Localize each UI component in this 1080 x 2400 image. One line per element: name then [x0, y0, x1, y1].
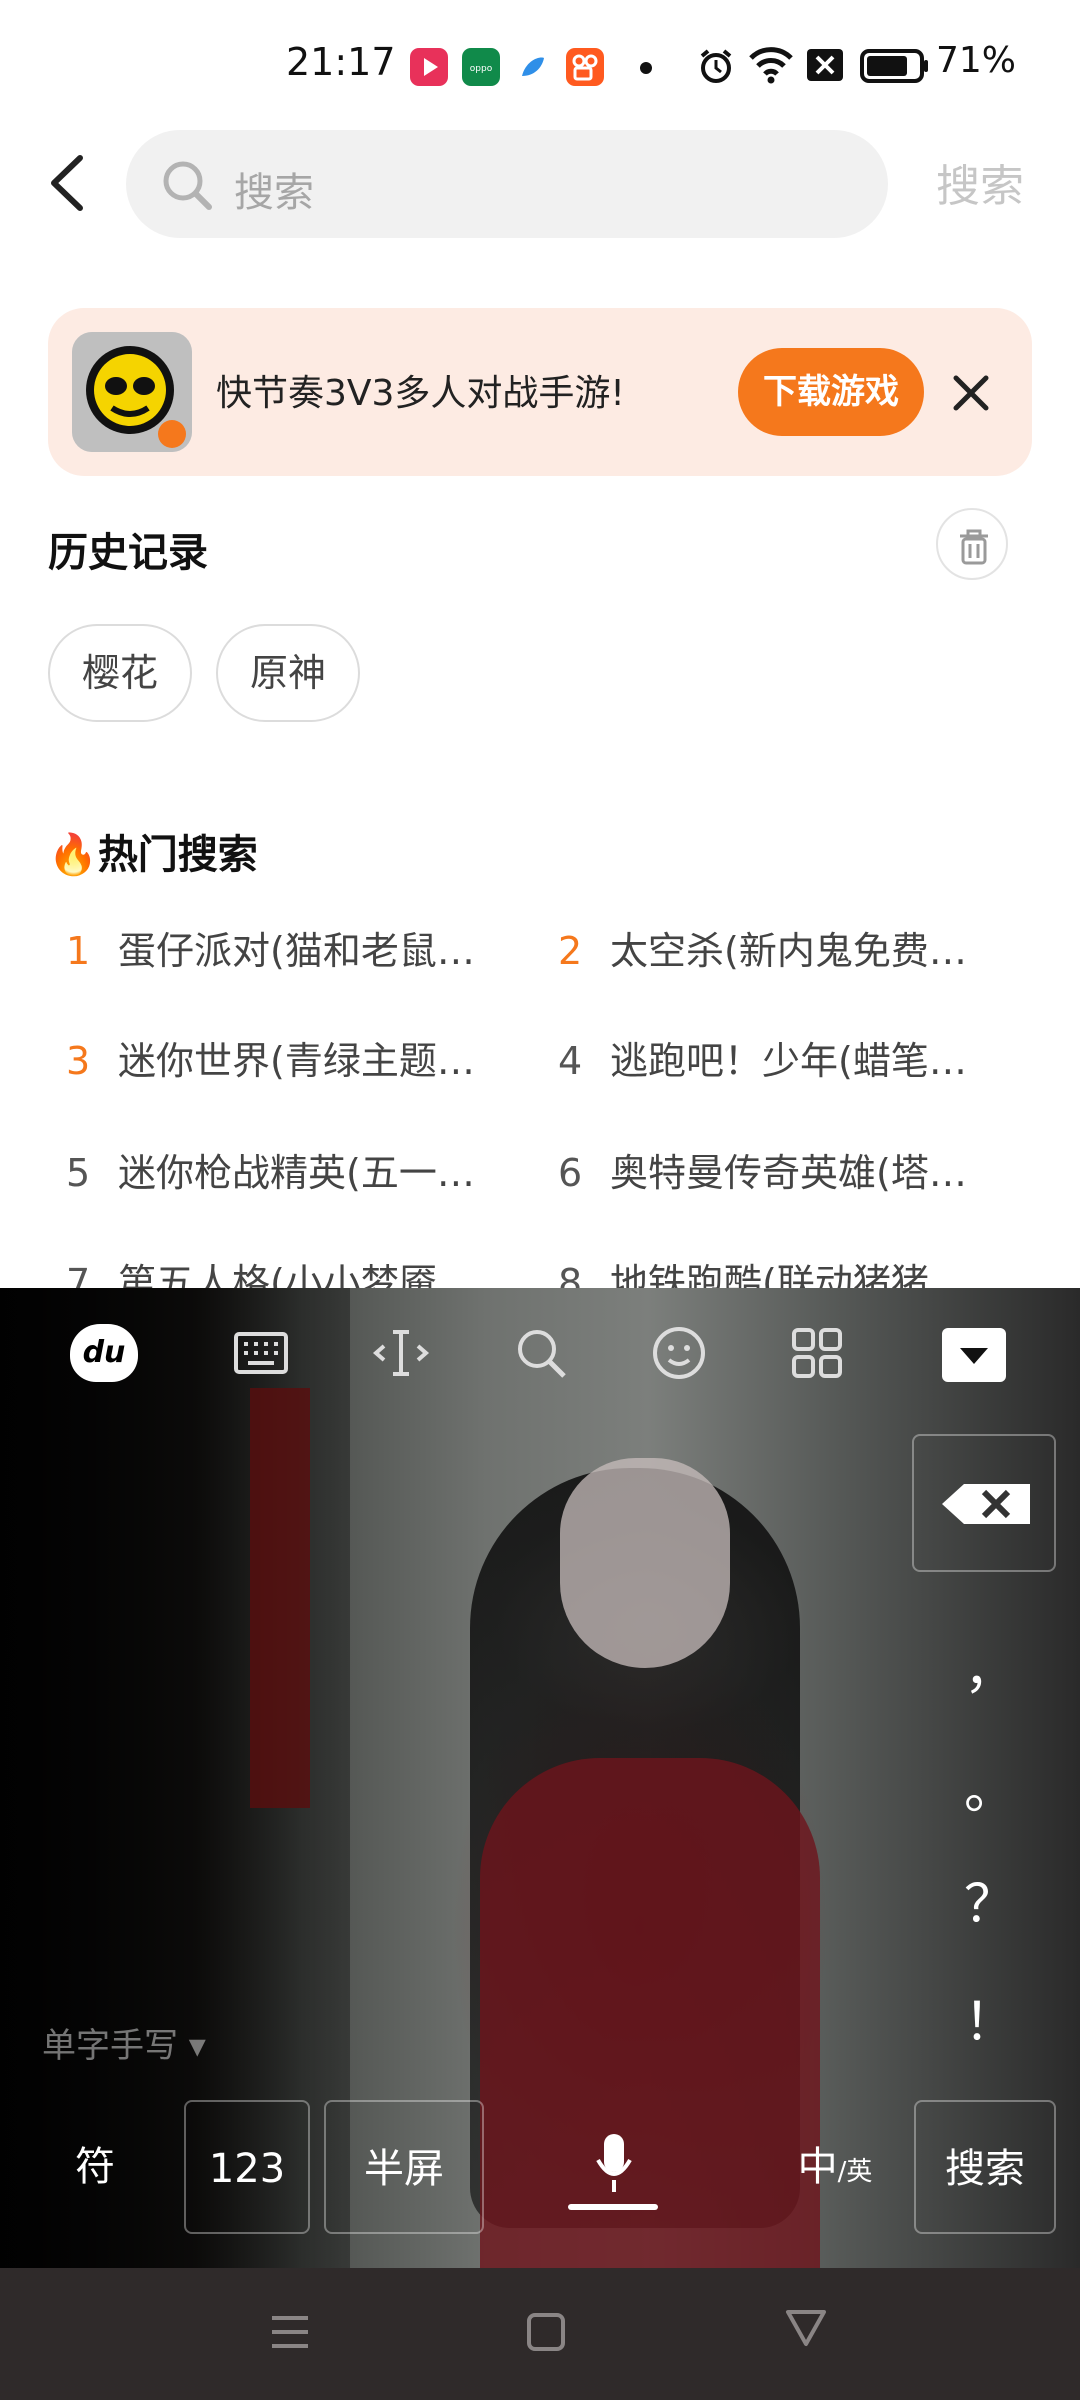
keyboard-skin-background [250, 1388, 310, 1808]
keyboard-search-key[interactable]: 搜索 [914, 2100, 1056, 2234]
space-indicator [568, 2204, 658, 2210]
battery-percent: 71% [936, 40, 1017, 81]
oppo-app-icon: oppo [462, 48, 500, 86]
search-placeholder: 搜索 [234, 170, 314, 216]
close-icon[interactable] [944, 366, 998, 420]
history-chip[interactable]: 樱花 [48, 624, 192, 722]
promo-text: 快节奏3V3多人对战手游! [216, 373, 625, 414]
search-icon[interactable] [506, 1318, 576, 1388]
input-method-keyboard: du ， 。 ？ ！ 单字手写 ▾ 符 123 半屏 中/英 搜索 [0, 1288, 1080, 2268]
alarm-icon [700, 49, 732, 83]
menu-icon[interactable] [270, 2310, 310, 2354]
microphone-icon [596, 2134, 632, 2192]
du-logo-icon[interactable]: du [70, 1324, 138, 1382]
cursor-icon[interactable] [366, 1318, 436, 1388]
hot-search-item[interactable]: 6 奥特曼传奇英雄(塔… [540, 1142, 1010, 1202]
hot-search-item[interactable]: 4 逃跑吧！少年(蜡笔… [540, 1030, 1010, 1090]
handwriting-mode-label[interactable]: 单字手写 ▾ [42, 2018, 206, 2067]
grid-icon[interactable] [782, 1318, 852, 1388]
hot-search-item[interactable]: 1 蛋仔派对(猫和老鼠… [48, 920, 518, 980]
question-key[interactable]: ？ [964, 1862, 1016, 1937]
keyboard-skin-background [560, 1458, 730, 1668]
search-icon [163, 161, 212, 210]
hide-keyboard-icon[interactable] [942, 1328, 1006, 1382]
game-icon [72, 332, 192, 452]
exclamation-key[interactable]: ！ [964, 1980, 1016, 2055]
video-app-icon [410, 48, 448, 86]
system-navigation-bar [0, 2268, 1080, 2400]
download-game-button[interactable]: 下载游戏 [738, 348, 924, 436]
svg-text:oppo: oppo [470, 64, 493, 74]
hot-search-item[interactable]: 2 太空杀(新内鬼免费… [540, 920, 1010, 980]
numbers-key[interactable]: 123 [184, 2100, 310, 2234]
kuaishou-app-icon [566, 48, 604, 86]
status-time: 21:17 [286, 40, 396, 84]
backspace-icon [942, 1484, 1030, 1524]
emoji-icon[interactable] [644, 1318, 714, 1388]
delete-key[interactable] [912, 1434, 1056, 1572]
hot-search-title: 🔥热门搜索 [48, 832, 258, 878]
half-screen-key[interactable]: 半屏 [324, 2100, 484, 2234]
search-button[interactable]: 搜索 [936, 150, 1024, 214]
status-bar: 21:17 oppo 71% [0, 0, 1080, 120]
back-icon[interactable] [784, 2306, 828, 2350]
search-input[interactable]: 搜索 [126, 130, 888, 238]
back-arrow-icon[interactable] [40, 150, 100, 216]
history-title: 历史记录 [48, 530, 208, 576]
battery-icon [860, 49, 928, 83]
feather-app-icon [514, 48, 552, 86]
language-switch-key[interactable]: 中/英 [770, 2100, 900, 2234]
more-notifications-dot [640, 62, 652, 74]
hot-search-item[interactable]: 5 迷你枪战精英(五一… [48, 1142, 518, 1202]
history-chip[interactable]: 原神 [216, 624, 360, 722]
period-key[interactable]: 。 [964, 1748, 1016, 1823]
comma-key[interactable]: ， [964, 1628, 1016, 1703]
keyboard-icon[interactable] [226, 1318, 296, 1388]
wifi-icon [749, 47, 793, 84]
symbol-key[interactable]: 符 [30, 2100, 160, 2234]
fire-icon: 🔥 [48, 832, 98, 878]
trash-icon [960, 529, 988, 565]
promo-banner[interactable]: 快节奏3V3多人对战手游! 下载游戏 [48, 308, 1032, 476]
hot-search-item[interactable]: 3 迷你世界(青绿主题… [48, 1030, 518, 1090]
home-icon[interactable] [526, 2310, 566, 2354]
no-sim-icon [807, 49, 843, 81]
clear-history-button[interactable] [936, 508, 1008, 580]
